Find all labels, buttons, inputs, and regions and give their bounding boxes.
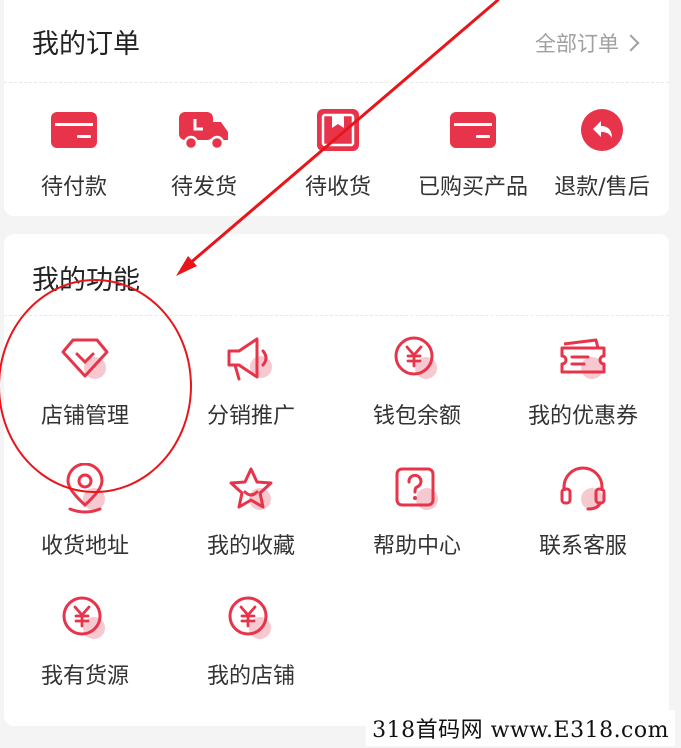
watermark: 318首码网 www.E318.com (366, 710, 675, 746)
annotation-arrow (176, 0, 500, 276)
